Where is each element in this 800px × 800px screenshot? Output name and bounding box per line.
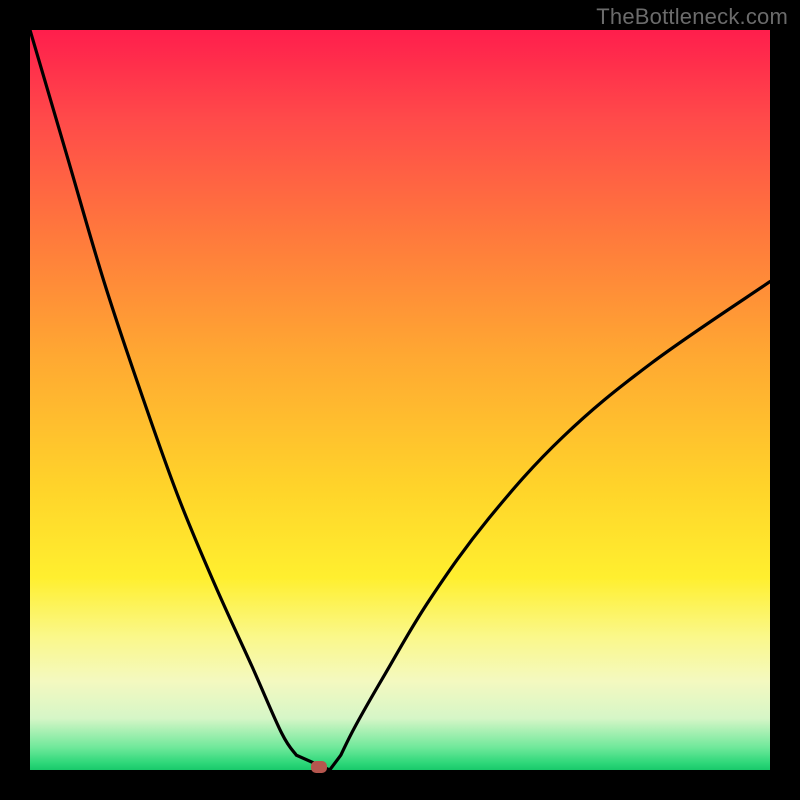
optimal-point-marker [311,761,327,773]
plot-area [30,30,770,770]
watermark-text: TheBottleneck.com [596,4,788,30]
bottleneck-curve [30,30,770,770]
chart-frame: TheBottleneck.com [0,0,800,800]
